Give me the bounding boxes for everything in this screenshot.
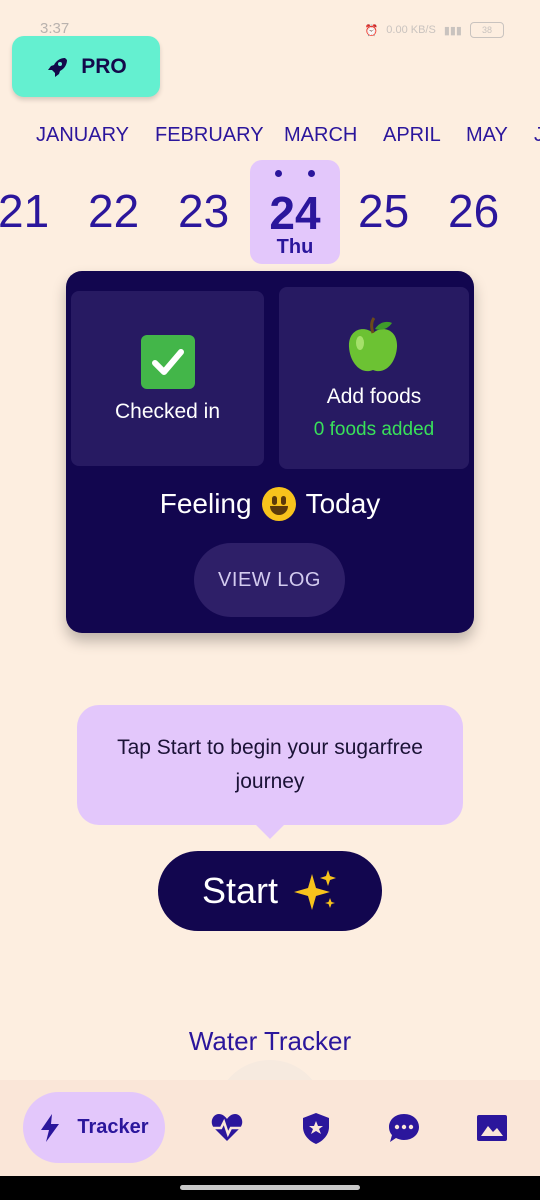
nav-achievements[interactable] xyxy=(298,1110,334,1146)
month-june[interactable]: J xyxy=(534,124,540,147)
bottom-nav: Tracker xyxy=(0,1080,540,1176)
foods-count: 0 foods added xyxy=(313,419,435,440)
month-may[interactable]: MAY xyxy=(466,124,508,147)
water-tracker-title: Water Tracker xyxy=(188,1026,352,1056)
nav-tracker-label: Tracker xyxy=(77,1116,149,1138)
checkin-tile[interactable]: Checked in xyxy=(71,291,264,466)
alarm-icon: ⏰ xyxy=(364,24,379,37)
indicator-dot xyxy=(275,170,282,177)
shield-star-icon xyxy=(303,1113,329,1144)
indicator-dot xyxy=(308,170,315,177)
month-march[interactable]: MARCH xyxy=(284,124,357,147)
check-mark-icon xyxy=(141,335,195,389)
status-icons: ⏰ 0.00 KB/S ▮▮▮ 38 xyxy=(365,22,504,38)
feeling-prefix: Feeling xyxy=(159,488,252,519)
start-tooltip: Tap Start to begin your sugarfree journe… xyxy=(77,705,463,825)
smiley-icon xyxy=(261,487,296,521)
lightning-icon xyxy=(41,1113,60,1142)
rocket-icon xyxy=(48,57,68,77)
home-handle[interactable] xyxy=(180,1185,360,1190)
network-speed: 0.00 KB/S xyxy=(386,24,436,36)
apple-icon xyxy=(348,317,398,372)
checkin-label: Checked in xyxy=(114,400,221,423)
image-icon xyxy=(477,1115,507,1141)
smiley-mouth xyxy=(269,506,288,515)
add-foods-label: Add foods xyxy=(326,385,422,408)
tooltip-text: Tap Start to begin your sugarfree journe… xyxy=(117,736,423,793)
selected-day[interactable]: 24 Thu xyxy=(250,160,340,264)
pro-button[interactable]: PRO xyxy=(12,36,160,97)
start-button[interactable]: Start xyxy=(158,851,382,931)
nav-health[interactable] xyxy=(209,1110,245,1146)
day-selector: 21 22 23 24 Thu 25 26 xyxy=(0,160,540,264)
chat-icon xyxy=(389,1114,419,1142)
feeling-today: Feeling Today xyxy=(66,487,474,521)
sparkles-icon xyxy=(294,870,337,910)
month-january[interactable]: JANUARY xyxy=(36,124,129,147)
pro-label: PRO xyxy=(81,54,127,78)
day-item[interactable]: 23 xyxy=(178,184,229,238)
feeling-suffix: Today xyxy=(305,488,381,519)
daily-summary-card: Checked in Add foods 0 foods added Feeli… xyxy=(66,271,474,633)
heart-rate-icon xyxy=(211,1114,243,1141)
add-foods-tile[interactable]: Add foods 0 foods added xyxy=(279,287,469,469)
month-february[interactable]: FEBRUARY xyxy=(155,124,264,147)
system-nav-bar xyxy=(0,1176,540,1200)
battery-icon: 38 xyxy=(470,22,504,38)
day-item[interactable]: 22 xyxy=(88,184,139,238)
view-log-button[interactable]: VIEW LOG xyxy=(194,543,345,617)
battery-level: 38 xyxy=(481,25,492,35)
day-item[interactable]: 26 xyxy=(448,184,499,238)
status-time: 3:37 xyxy=(40,20,70,37)
smiley-eye xyxy=(280,496,286,505)
nav-tracker[interactable]: Tracker xyxy=(23,1092,165,1163)
selected-day-number: 24 xyxy=(269,187,321,239)
nav-gallery[interactable] xyxy=(474,1110,510,1146)
month-april[interactable]: APRIL xyxy=(383,124,441,147)
day-item[interactable]: 21 xyxy=(0,184,49,238)
signal-icon: ▮▮▮ xyxy=(443,24,462,37)
tooltip-pointer xyxy=(255,824,285,839)
selected-day-weekday: Thu xyxy=(276,236,314,258)
day-item[interactable]: 25 xyxy=(358,184,409,238)
day-indicator-dots xyxy=(250,170,340,177)
smiley-eye xyxy=(271,496,277,505)
month-selector: JANUARY FEBRUARY MARCH APRIL MAY J xyxy=(0,124,540,154)
start-label: Start xyxy=(201,870,279,911)
nav-chat[interactable] xyxy=(386,1110,422,1146)
status-bar: 3:37 ⏰ 0.00 KB/S ▮▮▮ 38 xyxy=(0,0,540,38)
